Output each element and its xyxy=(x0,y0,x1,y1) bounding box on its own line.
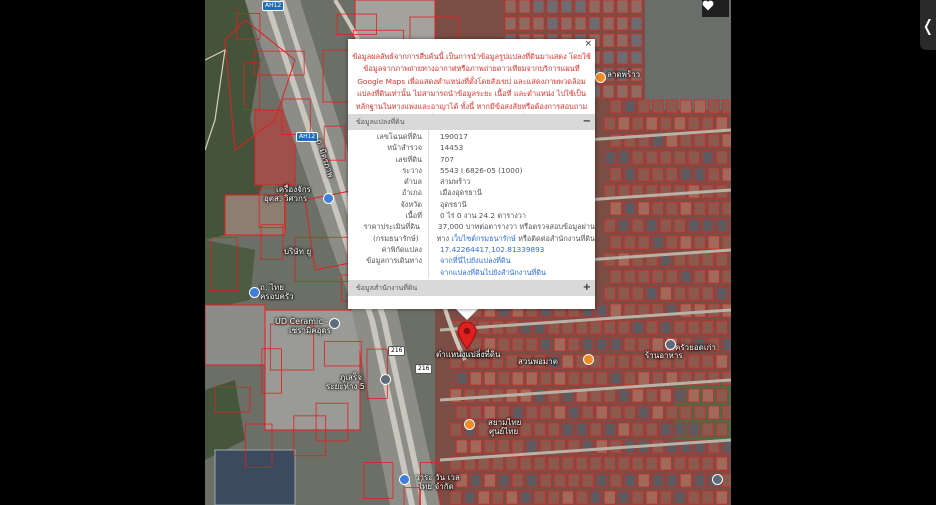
row-key: อำเภอ xyxy=(401,188,422,198)
row-key xyxy=(348,267,428,278)
road-shield-216-b: 216 xyxy=(415,364,433,374)
row-value: 14453 xyxy=(440,143,464,153)
map-label: ไทย จำกัด xyxy=(418,482,454,491)
row-value: 707 xyxy=(440,154,454,164)
table-row: ค่าพิกัดแปลง 17.42264417,102.81339893 xyxy=(348,244,595,255)
poi-icon[interactable] xyxy=(249,287,260,298)
table-row: จังหวัด อุดรธานี xyxy=(348,199,595,210)
table-row: เลขโฉนดที่ดิน 190017 xyxy=(348,131,595,142)
close-icon[interactable]: × xyxy=(584,40,592,49)
table-row: ตำบล สามพร้าว xyxy=(348,176,595,187)
map-label: ระยะห่าง 5 xyxy=(326,382,365,391)
row-key: เลขที่ดิน xyxy=(395,154,423,164)
row-value: 190017 xyxy=(440,132,468,141)
row-value: 5543 I 6826-05 (1000) xyxy=(440,165,523,175)
route-to-office-link[interactable]: จากแปลงที่ดินไปยังสำนักงานที่ดิน xyxy=(440,268,546,277)
row-value: ทาง เว็บไซต์กรมธนารักษ์ หรือติดต่อสำนักง… xyxy=(425,233,595,244)
pin-label: ตำแหน่งแปลงที่ดิน xyxy=(436,350,501,359)
popup-tail xyxy=(456,309,478,320)
parcel-section-title: ข้อมูลแปลงที่ดิน xyxy=(356,118,405,126)
poi-icon[interactable] xyxy=(595,72,606,83)
row-key: ตำบล xyxy=(404,177,422,187)
row-value: 17.42264417,102.81339893 xyxy=(428,244,544,255)
heart-icon xyxy=(702,0,714,11)
row-value: สามพร้าว xyxy=(440,177,471,187)
row-value-text: ทาง xyxy=(436,233,450,243)
row-key: หน้าสำรวจ xyxy=(387,143,422,153)
table-row: (กรมธนารักษ์) ทาง เว็บไซต์กรมธนารักษ์ หร… xyxy=(348,233,595,244)
table-row: จากแปลงที่ดินไปยังสำนักงานที่ดิน xyxy=(348,267,595,278)
office-section-title: ข้อมูลสำนักงานที่ดิน xyxy=(356,283,418,292)
row-key: ระวาง xyxy=(402,165,422,175)
expand-icon[interactable]: + xyxy=(583,280,591,296)
row-value: 37,000 บาทต่อตารางวา หรือตรวจสอบข้อมูลผ่… xyxy=(437,222,595,232)
row-key: เลขโฉนดที่ดิน xyxy=(376,132,422,141)
poi-icon[interactable] xyxy=(380,374,391,385)
poi-icon[interactable] xyxy=(323,193,334,204)
poi-icon[interactable] xyxy=(464,419,475,430)
row-value: จากแปลงที่ดินไปยังสำนักงานที่ดิน xyxy=(428,267,546,278)
row-value: เมืองอุดรธานี xyxy=(440,188,482,198)
map-label: บริษัท ยู xyxy=(284,247,312,256)
table-row: อำเภอ เมืองอุดรธานี xyxy=(348,187,595,198)
table-row: ข้อมูลการเดินทาง จากที่นี่ไปยังแปลงที่ดิ… xyxy=(348,255,595,266)
office-section-header[interactable]: ข้อมูลสำนักงานที่ดิน + xyxy=(348,279,595,296)
poi-icon[interactable] xyxy=(329,318,340,329)
parcel-info-popup: × ข้อมูลผลลัพธ์จากการสืบค้นนี้ เป็นการนำ… xyxy=(348,39,595,309)
map-label-ud-ceramic: UD Ceramic - xyxy=(275,317,329,326)
row-value-text: หรือติดต่อสำนักงานที่ดิน xyxy=(518,233,595,243)
parcel-info-table: เลขโฉนดที่ดิน 190017 หน้าสำรวจ 14453 เลขที่ด… xyxy=(348,130,595,278)
map-label: อุตส. วิศวกร xyxy=(264,194,308,203)
row-key: (กรมธนารักษ์) xyxy=(373,233,419,243)
table-row: เลขที่ดิน 707 xyxy=(348,154,595,165)
row-key: จังหวัด xyxy=(400,199,423,209)
road-shield-ah12-top: AH12 xyxy=(262,1,285,11)
route-to-parcel-link[interactable]: จากที่นี่ไปยังแปลงที่ดิน xyxy=(440,256,511,265)
side-panel-toggle[interactable]: ❬ xyxy=(920,0,936,50)
row-key: ค่าพิกัดแปลง xyxy=(381,244,422,254)
map-label: ศูนย์ไทย xyxy=(489,427,519,436)
chevron-left-icon: ❬ xyxy=(921,15,935,35)
map-label: วาระ วัน เวล xyxy=(415,473,460,482)
row-key: เนื้อที่ xyxy=(405,211,422,221)
table-row: ราคาประเมินที่ดิน 37,000 บาทต่อตารางวา ห… xyxy=(348,221,595,232)
table-row: หน้าสำรวจ 14453 xyxy=(348,142,595,153)
parcel-section-header[interactable]: ข้อมูลแปลงที่ดิน − xyxy=(348,114,595,130)
favorite-button[interactable] xyxy=(702,0,729,17)
table-row: ระวาง 5543 I 6826-05 (1000) xyxy=(348,165,595,176)
row-value: 0 ไร่ 0 งาน 24.2 ตารางวา xyxy=(440,211,526,221)
poi-icon[interactable] xyxy=(712,474,723,485)
poi-icon[interactable] xyxy=(665,339,676,350)
collapse-icon[interactable]: − xyxy=(583,114,591,130)
table-divider xyxy=(428,130,429,278)
row-key: ราคาประเมินที่ดิน xyxy=(363,222,420,232)
row-key: ข้อมูลการเดินทาง xyxy=(366,256,422,266)
disclaimer-text: ข้อมูลผลลัพธ์จากการสืบค้นนี้ เป็นการนำข้… xyxy=(352,52,591,123)
poi-icon[interactable] xyxy=(583,354,594,365)
map-label: ภูเสร็จ xyxy=(340,373,362,382)
table-row: เนื้อที่ 0 ไร่ 0 งาน 24.2 ตารางวา xyxy=(348,210,595,221)
row-value: จากที่นี่ไปยังแปลงที่ดิน xyxy=(428,255,511,266)
poi-icon[interactable] xyxy=(399,474,410,485)
road-shield-216-a: 216 xyxy=(388,346,406,356)
row-value: อุดรธานี xyxy=(440,199,467,209)
map-label: เซรามิคอุดร xyxy=(289,326,331,335)
map-label: ร้านอาหาร xyxy=(645,351,683,360)
coordinates-link[interactable]: 17.42264417,102.81339893 xyxy=(440,245,544,254)
treasury-website-link[interactable]: เว็บไซต์กรมธนารักษ์ xyxy=(451,234,515,243)
map-label: ครอบครัว xyxy=(260,292,294,301)
map-label: เครื่องจักร xyxy=(276,185,311,194)
map-label: สวนพอมาต xyxy=(518,357,558,366)
map-label: ลาดพร้าว xyxy=(607,70,641,79)
map-label: สยามไทย xyxy=(488,418,522,427)
map-label: ถ. ไทย xyxy=(260,283,284,292)
